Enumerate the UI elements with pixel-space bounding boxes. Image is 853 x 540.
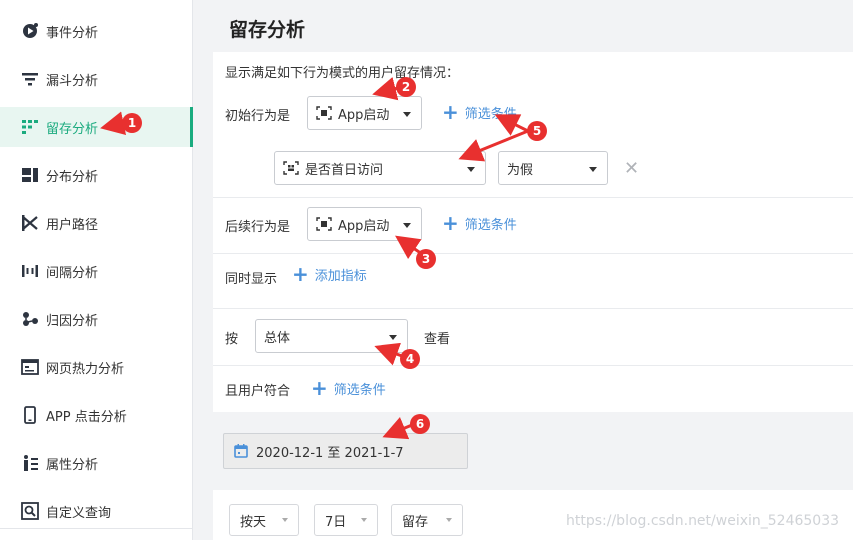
user-filter-button[interactable]: + 筛选条件 — [311, 378, 386, 398]
sidebar-divider — [0, 528, 193, 529]
sidebar-item-label: 留存分析 — [46, 121, 99, 137]
chevron-down-icon — [389, 335, 397, 340]
chevron-down-icon — [361, 518, 367, 522]
attribution-icon — [21, 310, 39, 328]
plus-icon: + — [442, 100, 459, 124]
plus-icon: + — [442, 211, 459, 235]
annotation-badge-6: 6 — [410, 414, 430, 434]
initial-event-select[interactable]: App启动 — [307, 96, 422, 130]
annotation-badge-3: 3 — [416, 249, 436, 269]
filter-label: 筛选条件 — [333, 382, 386, 398]
granularity-select[interactable]: 按天 — [229, 504, 299, 536]
sidebar-item-retention-analysis[interactable]: 留存分析 — [0, 107, 193, 147]
sidebar-item-interval-analysis[interactable]: 间隔分析 — [0, 251, 193, 291]
subsequent-event-select[interactable]: App启动 — [307, 207, 422, 241]
chevron-down-icon — [282, 518, 288, 522]
initial-behavior-label: 初始行为是 — [225, 109, 291, 124]
sidebar-item-event-analysis[interactable]: 事件分析 — [0, 11, 193, 51]
event-analysis-icon — [21, 22, 39, 40]
add-metric-label: 添加指标 — [314, 268, 367, 284]
attribute-icon — [21, 454, 39, 472]
period-select[interactable]: 7日 — [314, 504, 378, 536]
sidebar-item-label: 归因分析 — [46, 313, 99, 329]
divider — [213, 197, 853, 198]
sidebar-item-label: 用户路径 — [46, 217, 99, 233]
sidebar-item-custom-query[interactable]: 自定义查询 — [0, 491, 193, 531]
property-icon — [283, 161, 299, 175]
subsequent-event-value: App启动 — [338, 218, 390, 234]
plus-icon: + — [311, 376, 328, 400]
annotation-badge-5: 5 — [527, 121, 547, 141]
chevron-down-icon — [403, 112, 411, 117]
also-show-label: 同时显示 — [225, 272, 278, 287]
sidebar-item-label: 分布分析 — [46, 169, 99, 185]
event-icon — [316, 217, 332, 231]
intro-text: 显示满足如下行为模式的用户留存情况： — [225, 66, 460, 81]
user-path-icon — [21, 214, 39, 232]
app-click-icon — [21, 406, 39, 424]
divider — [213, 253, 853, 254]
period-value: 7日 — [325, 514, 347, 530]
chevron-down-icon — [467, 167, 475, 172]
condition-value-select[interactable]: 为假 — [498, 151, 608, 185]
distribution-icon — [21, 166, 39, 184]
initial-filter-button[interactable]: + 筛选条件 — [442, 102, 517, 122]
sidebar: 事件分析 漏斗分析 留存分析 分布分析 用户路径 间隔分析 归因分析 网页热力分… — [0, 0, 193, 540]
heatmap-icon — [21, 358, 39, 376]
sidebar-item-web-heatmap[interactable]: 网页热力分析 — [0, 347, 193, 387]
sidebar-item-attribution-analysis[interactable]: 归因分析 — [0, 299, 193, 339]
condition-property-value: 是否首日访问 — [305, 162, 384, 178]
sidebar-item-app-click[interactable]: APP 点击分析 — [0, 395, 193, 435]
user-match-label: 且用户符合 — [225, 384, 291, 399]
subsequent-behavior-label: 后续行为是 — [225, 220, 291, 235]
by-label: 按 — [225, 332, 239, 347]
interval-icon — [21, 262, 39, 280]
group-by-select[interactable]: 总体 — [255, 319, 408, 353]
condition-value: 为假 — [507, 162, 534, 178]
divider — [213, 308, 853, 309]
divider — [213, 365, 853, 366]
sidebar-item-label: 属性分析 — [46, 457, 99, 473]
sidebar-item-user-path[interactable]: 用户路径 — [0, 203, 193, 243]
sidebar-item-label: 事件分析 — [46, 25, 99, 41]
chevron-down-icon — [589, 167, 597, 172]
custom-query-icon — [21, 502, 39, 520]
add-metric-button[interactable]: + 添加指标 — [292, 264, 367, 284]
sidebar-item-distribution-analysis[interactable]: 分布分析 — [0, 155, 193, 195]
sidebar-item-funnel-analysis[interactable]: 漏斗分析 — [0, 59, 193, 99]
sidebar-item-label: 漏斗分析 — [46, 73, 99, 89]
watermark: https://blog.csdn.net/weixin_52465033 — [566, 513, 840, 529]
sidebar-item-label: 网页热力分析 — [46, 361, 125, 377]
chevron-down-icon — [403, 223, 411, 228]
funnel-icon — [21, 70, 39, 88]
metric-select[interactable]: 留存 — [391, 504, 463, 536]
sidebar-item-attribute-analysis[interactable]: 属性分析 — [0, 443, 193, 483]
sidebar-item-label: 自定义查询 — [46, 505, 112, 521]
plus-icon: + — [292, 262, 309, 286]
annotation-badge-1: 1 — [122, 113, 142, 133]
annotation-badge-2: 2 — [396, 77, 416, 97]
metric-value: 留存 — [402, 514, 429, 530]
calendar-icon — [234, 444, 248, 458]
annotation-badge-4: 4 — [400, 349, 420, 369]
filter-label: 筛选条件 — [464, 217, 517, 233]
group-by-value: 总体 — [264, 330, 291, 346]
granularity-value: 按天 — [240, 514, 267, 530]
filter-label: 筛选条件 — [464, 106, 517, 122]
chevron-down-icon — [446, 518, 452, 522]
sidebar-item-label: 间隔分析 — [46, 265, 99, 281]
date-range-value: 2020-12-1 至 2021-1-7 — [256, 445, 404, 461]
remove-condition-icon[interactable]: ✕ — [624, 158, 639, 179]
initial-event-value: App启动 — [338, 107, 390, 123]
date-range-picker[interactable]: 2020-12-1 至 2021-1-7 — [223, 433, 468, 469]
condition-property-select[interactable]: 是否首日访问 — [274, 151, 486, 185]
sidebar-item-label: APP 点击分析 — [46, 409, 127, 425]
event-icon — [316, 106, 332, 120]
retention-icon — [21, 118, 39, 136]
view-label: 查看 — [424, 332, 451, 347]
subsequent-filter-button[interactable]: + 筛选条件 — [442, 213, 517, 233]
page-title: 留存分析 — [229, 19, 306, 41]
